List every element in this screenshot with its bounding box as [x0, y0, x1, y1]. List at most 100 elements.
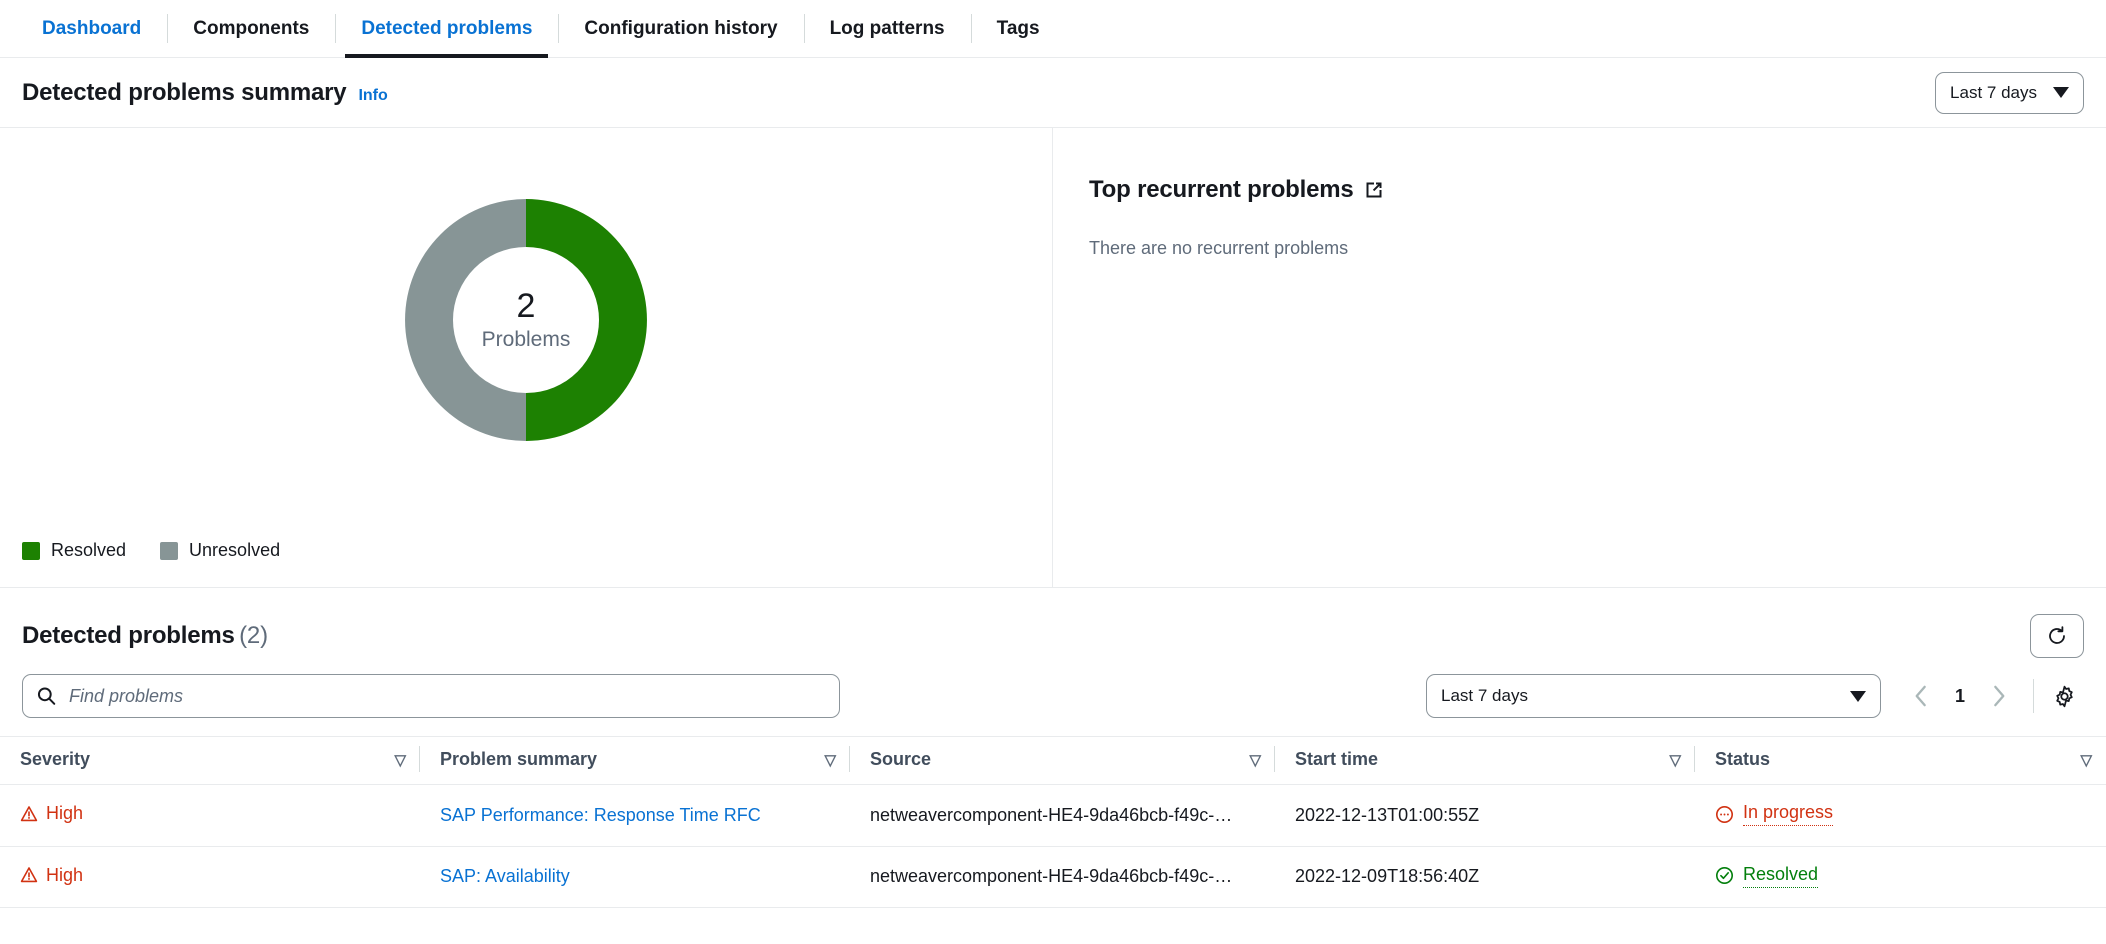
table-title: Detected problems	[22, 622, 235, 649]
donut-chart-area: 2 Problems	[0, 128, 1052, 540]
cell-severity: High	[0, 785, 420, 847]
cell-source: netweavercomponent-HE4-9da46bcb-f49c-…	[850, 846, 1275, 908]
table-body: High SAP Performance: Response Time RFC …	[0, 785, 2106, 908]
column-label: Source	[850, 749, 931, 770]
sort-icon[interactable]: ▽	[394, 751, 406, 769]
table-preferences-button[interactable]	[2044, 676, 2084, 716]
cell-status: In progress	[1695, 785, 2106, 847]
tab-label: Components	[193, 18, 309, 40]
donut-svg	[401, 195, 651, 445]
cell-severity: High	[0, 846, 420, 908]
legend-label: Resolved	[51, 540, 126, 561]
tab-label: Detected problems	[361, 18, 532, 40]
table-right-controls: Last 7 days 1	[1426, 674, 2084, 718]
search-problems-box	[22, 674, 840, 718]
tab-log-patterns[interactable]: Log patterns	[804, 0, 971, 57]
tab-components[interactable]: Components	[167, 0, 335, 57]
chart-legend: Resolved Unresolved	[0, 540, 1052, 587]
status-badge-in-progress[interactable]: In progress	[1715, 802, 1833, 826]
cell-problem-summary: SAP: Availability	[420, 846, 850, 908]
table-controls: Last 7 days 1	[0, 658, 2106, 736]
chevron-down-icon	[2053, 87, 2069, 98]
status-badge-resolved[interactable]: Resolved	[1715, 864, 1818, 888]
table-row[interactable]: High SAP Performance: Response Time RFC …	[0, 785, 2106, 847]
in-progress-icon	[1715, 805, 1734, 824]
problems-donut-chart[interactable]: 2 Problems	[401, 195, 651, 445]
sort-icon[interactable]: ▽	[1249, 751, 1261, 769]
summary-header: Detected problems summary Info Last 7 da…	[0, 58, 2106, 128]
cell-source: netweavercomponent-HE4-9da46bcb-f49c-…	[850, 785, 1275, 847]
detected-problems-summary-panel: Detected problems summary Info Last 7 da…	[0, 58, 2106, 588]
legend-item-resolved[interactable]: Resolved	[22, 540, 126, 561]
legend-item-unresolved[interactable]: Unresolved	[160, 540, 280, 561]
column-header-severity[interactable]: Severity ▽	[0, 737, 420, 785]
legend-swatch-unresolved	[160, 542, 178, 560]
refresh-button[interactable]	[2030, 614, 2084, 658]
page-number-1[interactable]: 1	[1943, 686, 1977, 707]
table-head: Severity ▽ Problem summary ▽ Source ▽	[0, 737, 2106, 785]
summary-title-row: Detected problems summary Info	[22, 79, 388, 107]
tab-label: Configuration history	[584, 18, 777, 40]
pagination: 1	[1881, 678, 2027, 714]
previous-page-button[interactable]	[1903, 678, 1939, 714]
status-label: Resolved	[1743, 864, 1818, 888]
legend-swatch-resolved	[22, 542, 40, 560]
detected-problems-table-section: Detected problems (2) Last 7 days	[0, 588, 2106, 908]
tab-dashboard[interactable]: Dashboard	[16, 0, 167, 57]
column-header-status[interactable]: Status ▽	[1695, 737, 2106, 785]
tab-label: Dashboard	[42, 18, 141, 40]
table-title-row: Detected problems (2)	[22, 622, 268, 650]
column-label: Severity	[0, 749, 90, 770]
donut-hole	[453, 247, 599, 393]
table-header: Detected problems (2)	[0, 588, 2106, 658]
top-recurrent-problems-title: Top recurrent problems	[1089, 176, 1354, 204]
external-link-icon	[1364, 180, 1384, 200]
summary-time-range-value: Last 7 days	[1950, 83, 2037, 103]
table-row[interactable]: High SAP: Availability netweavercomponen…	[0, 846, 2106, 908]
top-recurrent-problems-panel: Top recurrent problems There are no recu…	[1053, 128, 2106, 587]
sort-icon[interactable]: ▽	[2080, 751, 2092, 769]
next-page-button[interactable]	[1981, 678, 2017, 714]
check-circle-icon	[1715, 866, 1734, 885]
legend-label: Unresolved	[189, 540, 280, 561]
tab-configuration-history[interactable]: Configuration history	[558, 0, 803, 57]
search-input[interactable]	[22, 674, 840, 718]
severity-label: High	[46, 803, 83, 824]
top-recurrent-problems-link[interactable]: Top recurrent problems	[1089, 176, 2078, 204]
column-label: Problem summary	[420, 749, 597, 770]
column-label: Status	[1695, 749, 1770, 770]
column-label: Start time	[1275, 749, 1378, 770]
gear-icon	[2052, 684, 2077, 709]
controls-divider	[2033, 679, 2034, 713]
warning-triangle-icon	[20, 805, 38, 823]
tab-tags[interactable]: Tags	[971, 0, 1066, 57]
warning-triangle-icon	[20, 866, 38, 884]
active-tab-underline	[345, 54, 548, 58]
chevron-left-icon	[1913, 685, 1929, 707]
info-link[interactable]: Info	[358, 87, 387, 105]
refresh-icon	[2045, 624, 2069, 648]
column-header-start-time[interactable]: Start time ▽	[1275, 737, 1695, 785]
tab-bar: Dashboard Components Detected problems C…	[0, 0, 2106, 58]
column-header-problem-summary[interactable]: Problem summary ▽	[420, 737, 850, 785]
column-header-source[interactable]: Source ▽	[850, 737, 1275, 785]
table-header-row: Severity ▽ Problem summary ▽ Source ▽	[0, 737, 2106, 785]
tab-detected-problems[interactable]: Detected problems	[335, 0, 558, 57]
sort-icon[interactable]: ▽	[1669, 751, 1681, 769]
cell-start-time: 2022-12-13T01:00:55Z	[1275, 785, 1695, 847]
page-title: Detected problems summary	[22, 79, 346, 107]
summary-time-range-select[interactable]: Last 7 days	[1935, 72, 2084, 114]
problem-summary-link[interactable]: SAP: Availability	[440, 866, 570, 886]
problem-summary-link[interactable]: SAP Performance: Response Time RFC	[440, 805, 761, 825]
table-time-range-value: Last 7 days	[1441, 686, 1528, 706]
tab-label: Tags	[997, 18, 1040, 40]
chevron-down-icon	[1850, 691, 1866, 702]
tab-label: Log patterns	[830, 18, 945, 40]
table-count: (2)	[239, 622, 268, 649]
sort-icon[interactable]: ▽	[824, 751, 836, 769]
table-time-range-select[interactable]: Last 7 days	[1426, 674, 1881, 718]
summary-body: 2 Problems Resolved Unresolved Top recur…	[0, 128, 2106, 588]
status-label: In progress	[1743, 802, 1833, 826]
chevron-right-icon	[1991, 685, 2007, 707]
detected-problems-table: Severity ▽ Problem summary ▽ Source ▽	[0, 736, 2106, 908]
